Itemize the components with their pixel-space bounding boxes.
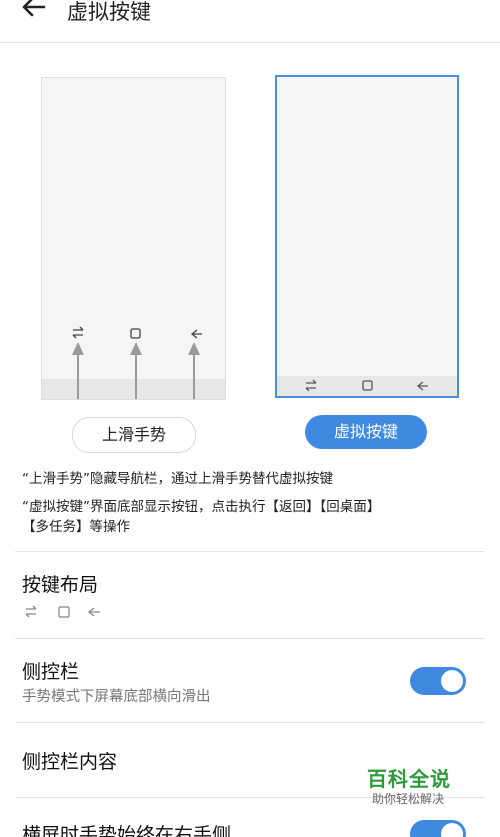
gesture-swipe-illustration [72,326,202,399]
gesture-mode-button[interactable]: 上滑手势 [72,417,196,453]
virtual-keys-button[interactable]: 虚拟按键 [305,415,427,449]
virtual-keys-preview[interactable] [275,75,459,398]
toggle-knob [441,670,463,692]
back-nav-icon [190,329,202,339]
gesture-mode-preview[interactable] [41,77,226,400]
sidebar-title: 侧控栏 [22,661,80,683]
back-nav-icon [87,607,100,617]
back-arrow-icon[interactable] [18,0,52,28]
gesture-description: “上滑手势”隐藏导航栏，通过上滑手势替代虚拟按键 [22,471,333,487]
sidebar-setting-row[interactable]: 侧控栏 手势模式下屏幕底部横向滑出 [0,639,500,722]
sidebar-subtitle: 手势模式下屏幕底部横向滑出 [22,689,211,705]
key-layout-title: 按键布局 [22,574,99,596]
watermark-title: 百科全说 [367,767,451,791]
key-layout-row[interactable]: 按键布局 [0,552,500,638]
recent-apps-icon [305,379,317,392]
sidebar-toggle[interactable] [410,667,466,695]
landscape-gesture-toggle[interactable] [410,820,466,837]
recent-apps-icon [72,326,84,339]
page-title: 虚拟按键 [67,0,151,24]
back-nav-icon [416,381,428,391]
toggle-knob [441,823,463,837]
app-header: 虚拟按键 [0,0,500,43]
home-square-icon [362,380,373,391]
key-layout-icons [25,605,100,618]
recent-apps-icon [25,605,37,618]
watermark-subtitle: 助你轻松解决 [372,792,445,806]
home-square-icon [130,328,141,339]
virtual-description-line1: “虚拟按键”界面底部显示按钮，点击执行【返回】【回桌面】 [22,499,381,515]
virtual-description-line2: 【多任务】等操作 [22,519,130,535]
virtual-nav-bar [277,376,457,396]
home-square-icon [58,606,70,618]
swipe-up-arrow-icon [72,342,200,399]
virtual-description: “虚拟按键”界面底部显示按钮，点击执行【返回】【回桌面】 【多任务】等操作 [22,497,482,537]
virtual-nav-icons [305,379,428,392]
watermark-logo: 百科全说 助你轻松解决 [350,760,470,810]
sidebar-content-title: 侧控栏内容 [22,751,118,773]
landscape-gesture-title: 横屏时手势始终在右手侧 [22,824,232,837]
